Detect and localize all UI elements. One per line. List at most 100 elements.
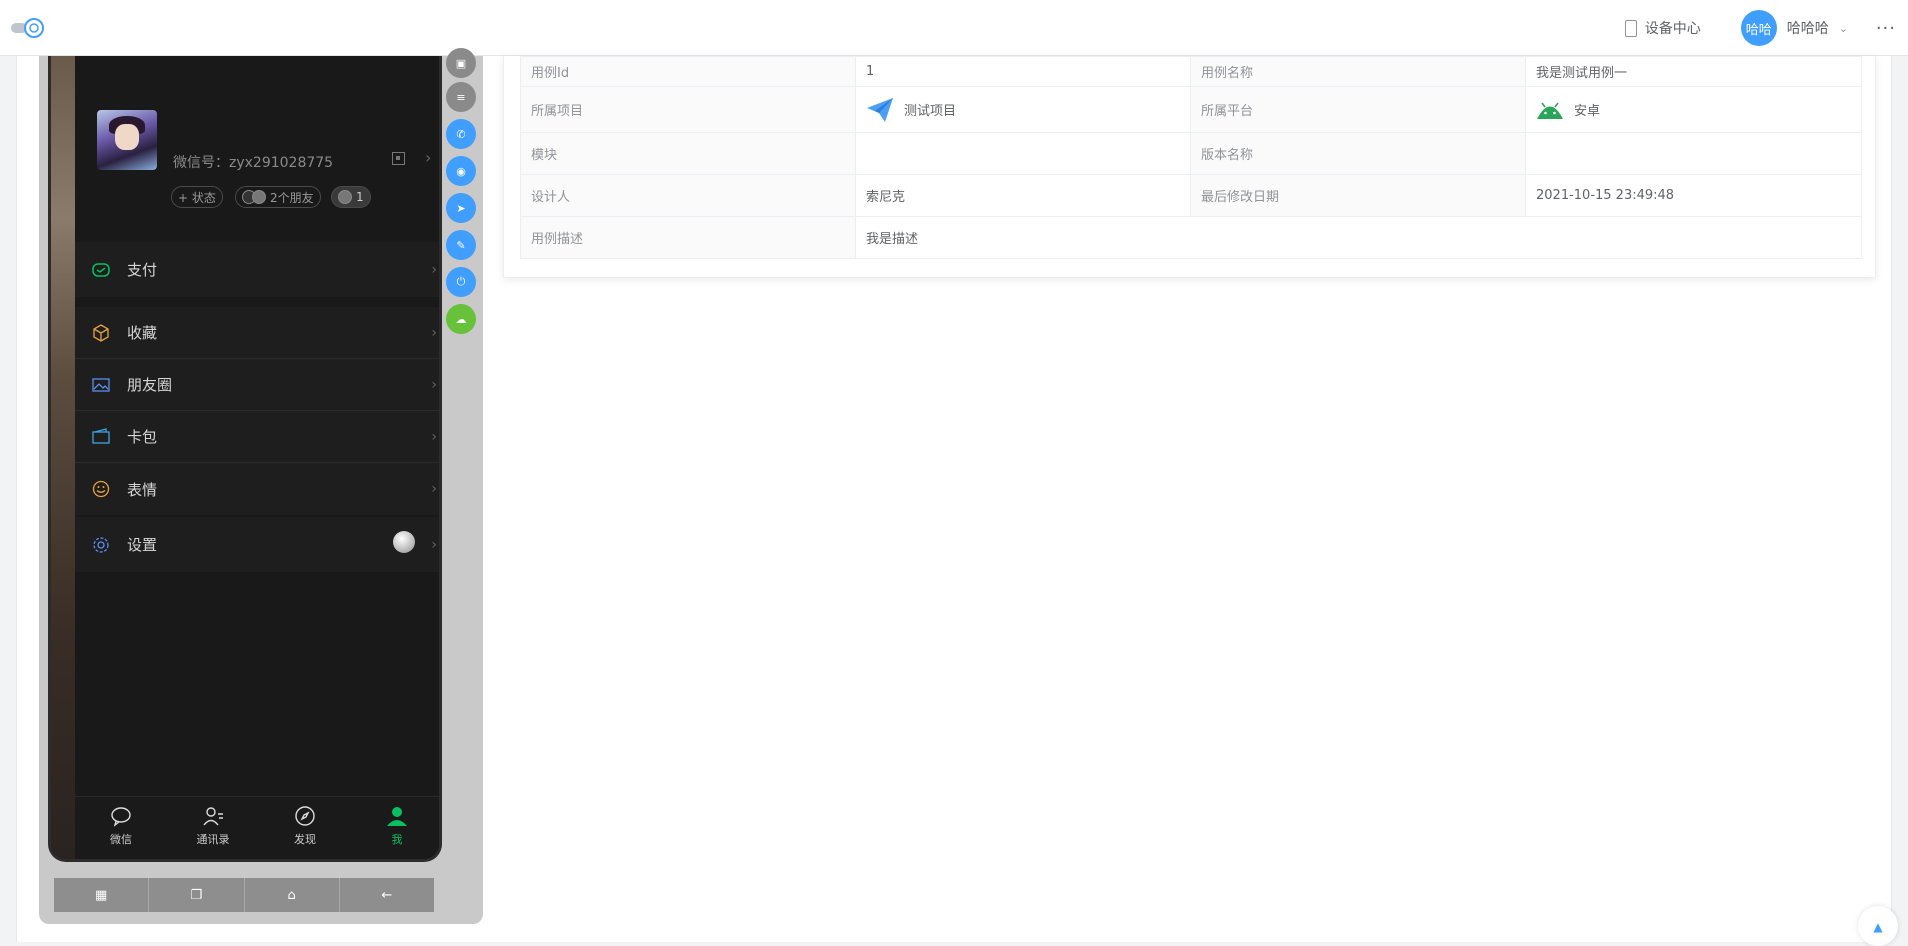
menu-label: 收藏 bbox=[127, 324, 158, 342]
tab-label: 发现 bbox=[294, 833, 316, 846]
tab-discover[interactable]: 发现 bbox=[259, 797, 351, 859]
friends-pill-label: 2个朋友 bbox=[270, 190, 314, 205]
wallet-icon bbox=[91, 427, 111, 447]
phone-screen[interactable]: 微信号：zyx291028775 › + 状态 2个朋友 1 支付 › 收藏 ›… bbox=[48, 56, 442, 862]
chevron-down-icon: ⌄ bbox=[1838, 21, 1848, 35]
menu-group-settings: 设置 › bbox=[75, 517, 439, 572]
friend-avatar bbox=[252, 190, 266, 204]
value-case-id: 1 bbox=[855, 56, 1191, 87]
table-row: 用例描述 我是描述 bbox=[520, 216, 1862, 259]
label-modified: 最后修改日期 bbox=[1190, 174, 1526, 217]
menu-group-main: 收藏 › 朋友圈 › 卡包 › 表情 › bbox=[75, 307, 439, 515]
phone-icon bbox=[1624, 19, 1637, 37]
camera-tool-icon[interactable]: ◉ bbox=[446, 156, 476, 186]
menu-label: 表情 bbox=[127, 480, 158, 499]
edit-tool-icon[interactable]: ✎ bbox=[446, 230, 476, 260]
label-designer: 设计人 bbox=[520, 174, 856, 217]
call-tool-icon[interactable]: ✆ bbox=[446, 119, 476, 149]
chevron-right-icon: › bbox=[431, 261, 437, 278]
paper-plane-icon bbox=[867, 97, 893, 122]
chevron-right-icon: › bbox=[431, 481, 437, 497]
case-detail-table: 用例Id 1 用例名称 我是测试用例一 所属项目 测试项目 所属平台 安卓 模块… bbox=[520, 56, 1862, 259]
menu-label: 朋友圈 bbox=[127, 376, 173, 394]
tab-contacts[interactable]: 通讯录 bbox=[167, 797, 259, 859]
label-version: 版本名称 bbox=[1190, 132, 1526, 175]
top-header: 设备中心 哈哈 哈哈哈 ⌄ ··· bbox=[0, 0, 1908, 56]
menu-item-stickers[interactable]: 表情 › bbox=[75, 463, 439, 515]
logo-icon[interactable] bbox=[10, 16, 48, 40]
menu-item-settings[interactable]: 设置 › bbox=[75, 517, 439, 572]
image-icon bbox=[91, 375, 111, 395]
cube-icon bbox=[91, 323, 111, 343]
table-row: 用例Id 1 用例名称 我是测试用例一 bbox=[520, 56, 1862, 87]
case-detail-card: 用例Id 1 用例名称 我是测试用例一 所属项目 测试项目 所属平台 安卓 模块… bbox=[503, 56, 1876, 278]
smile-icon bbox=[91, 479, 111, 499]
value-description: 我是描述 bbox=[855, 216, 1862, 259]
chevron-right-icon: › bbox=[431, 536, 437, 553]
adjust-tool-icon[interactable]: ≡ bbox=[446, 82, 476, 112]
screenshot-tool-icon[interactable]: ▣ bbox=[446, 48, 476, 78]
label-platform: 所属平台 bbox=[1190, 86, 1526, 133]
menu-group-pay: 支付 › bbox=[75, 242, 439, 297]
friends-pill[interactable]: 2个朋友 bbox=[235, 186, 321, 208]
chevron-right-icon: › bbox=[431, 428, 437, 445]
wechat-me-page: 微信号：zyx291028775 › + 状态 2个朋友 1 支付 › 收藏 ›… bbox=[75, 56, 439, 859]
recent-apps-button[interactable]: ❐ bbox=[149, 878, 245, 912]
floating-ball-icon[interactable] bbox=[393, 531, 415, 553]
tab-label: 微信 bbox=[110, 833, 132, 846]
label-description: 用例描述 bbox=[520, 216, 856, 259]
count-pill[interactable]: 1 bbox=[331, 186, 371, 208]
compass-icon bbox=[295, 806, 315, 826]
profile-avatar[interactable] bbox=[97, 110, 157, 170]
menu-label: 支付 bbox=[127, 261, 158, 279]
apps-button[interactable]: ▦ bbox=[54, 878, 150, 912]
status-pill[interactable]: + 状态 bbox=[171, 186, 223, 208]
power-tool-icon[interactable]: ⏻ bbox=[446, 267, 476, 297]
upload-tool-icon[interactable]: ☁ bbox=[446, 304, 476, 334]
contacts-icon bbox=[203, 807, 223, 826]
chat-bubble-icon bbox=[111, 807, 131, 827]
label-case-name: 用例名称 bbox=[1190, 56, 1526, 87]
qr-code-icon[interactable] bbox=[392, 152, 405, 165]
menu-item-moments[interactable]: 朋友圈 › bbox=[75, 359, 439, 411]
count-pill-label: 1 bbox=[356, 190, 364, 204]
friend-avatar bbox=[338, 190, 352, 204]
wechat-id: 微信号：zyx291028775 bbox=[173, 155, 334, 171]
tab-chats[interactable]: 微信 bbox=[75, 797, 167, 859]
platform-name: 安卓 bbox=[1574, 104, 1601, 119]
location-tool-icon[interactable]: ➤ bbox=[446, 193, 476, 223]
tab-label: 通讯录 bbox=[196, 833, 230, 846]
table-row: 所属项目 测试项目 所属平台 安卓 bbox=[520, 86, 1862, 133]
menu-item-cards[interactable]: 卡包 › bbox=[75, 411, 439, 463]
value-case-name: 我是测试用例一 bbox=[1525, 56, 1862, 87]
wallpaper-strip bbox=[51, 56, 75, 859]
menu-item-pay[interactable]: 支付 › bbox=[75, 242, 439, 297]
table-row: 模块 版本名称 bbox=[520, 132, 1862, 175]
user-menu[interactable]: 哈哈 哈哈哈 ⌄ bbox=[1740, 10, 1848, 46]
profile-section[interactable]: 微信号：zyx291028775 › + 状态 2个朋友 1 bbox=[75, 56, 439, 234]
pay-icon bbox=[91, 260, 111, 280]
bottom-tab-bar: 微信 通讯录 发现 我 bbox=[75, 796, 439, 859]
person-icon bbox=[387, 807, 407, 826]
value-module bbox=[855, 132, 1191, 175]
user-avatar: 哈哈 bbox=[1740, 10, 1777, 46]
menu-label: 设置 bbox=[127, 536, 158, 554]
tab-label: 我 bbox=[391, 833, 403, 846]
value-modified: 2021-10-15 23:49:48 bbox=[1525, 174, 1862, 217]
label-module: 模块 bbox=[520, 132, 856, 175]
table-row: 设计人 索尼克 最后修改日期 2021-10-15 23:49:48 bbox=[520, 174, 1862, 217]
chevron-right-icon: › bbox=[431, 376, 437, 393]
home-button[interactable]: ⌂ bbox=[244, 878, 340, 912]
back-to-top-button[interactable]: ▲ bbox=[1858, 906, 1898, 946]
chevron-right-icon: › bbox=[431, 324, 437, 341]
menu-item-favorites[interactable]: 收藏 › bbox=[75, 307, 439, 359]
chevron-right-icon: › bbox=[425, 148, 432, 167]
caret-up-icon: ▲ bbox=[1873, 920, 1883, 934]
value-project: 测试项目 bbox=[855, 86, 1191, 133]
more-menu-icon[interactable]: ··· bbox=[1876, 18, 1896, 39]
tab-me[interactable]: 我 bbox=[351, 797, 439, 859]
back-button[interactable]: ← bbox=[339, 878, 434, 912]
gear-icon bbox=[91, 535, 111, 555]
menu-label: 卡包 bbox=[127, 428, 158, 446]
device-center-link[interactable]: 设备中心 bbox=[1624, 18, 1701, 38]
